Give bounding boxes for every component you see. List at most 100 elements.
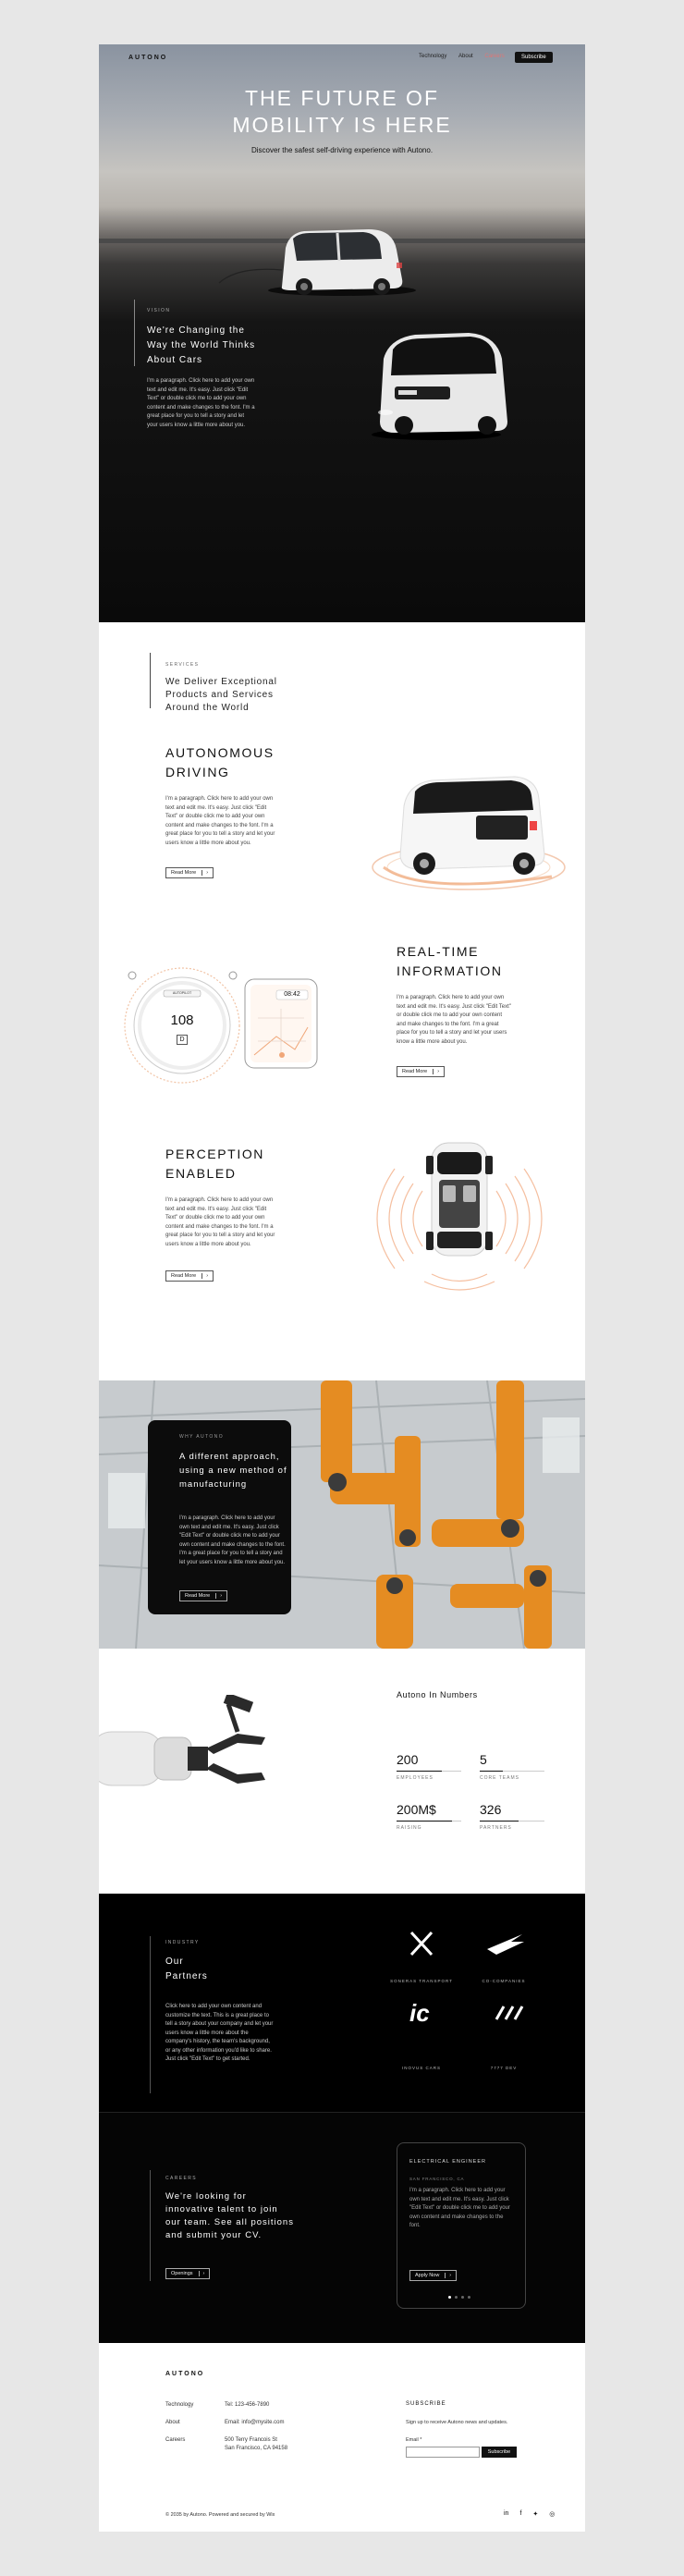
read-more-button[interactable]: Read More › xyxy=(165,867,214,878)
carousel-dot[interactable] xyxy=(461,2296,464,2299)
footer-logo[interactable]: AUTONO xyxy=(165,2371,204,2377)
facebook-icon[interactable]: f xyxy=(519,2510,521,2518)
vision-heading-line: We're Changing the xyxy=(147,325,245,336)
site-logo[interactable]: AUTONO xyxy=(128,55,167,61)
arrow-right-icon: › xyxy=(445,2273,451,2278)
read-more-label: Read More xyxy=(171,1273,197,1279)
hero-title-line1: THE FUTURE OF xyxy=(245,86,439,110)
footer-link-technology[interactable]: Technology xyxy=(165,2401,193,2410)
read-more-label: Read More xyxy=(185,1593,211,1599)
why-heading-line: manufacturing xyxy=(179,1479,248,1490)
careers-heading: We're looking for innovative talent to j… xyxy=(165,2190,294,2242)
vision-eyebrow: VISION xyxy=(147,308,171,313)
careers-eyebrow: CAREERS xyxy=(165,2176,197,2181)
nav-technology[interactable]: Technology xyxy=(419,54,446,59)
arrow-right-icon: › xyxy=(433,1069,439,1074)
job-title: ELECTRICAL ENGINEER xyxy=(409,2159,486,2165)
carousel-dot[interactable] xyxy=(468,2296,470,2299)
carousel-dots xyxy=(448,2296,470,2299)
slash-logo-icon xyxy=(495,2006,524,2020)
instagram-icon[interactable]: ◎ xyxy=(549,2510,555,2518)
services-heading: We Deliver Exceptional Products and Serv… xyxy=(165,676,277,715)
robot-arm-image xyxy=(99,1695,265,1786)
job-location: SAN FRANCISCO, CA xyxy=(409,2177,465,2181)
partners-heading-line: Our xyxy=(165,1957,184,1967)
linkedin-icon[interactable]: in xyxy=(504,2510,508,2518)
stat-bar-fill xyxy=(480,1821,519,1822)
partners-body: Click here to add your own content and c… xyxy=(165,2004,274,2062)
email-input[interactable] xyxy=(406,2447,480,2458)
feature-autonomous: AUTONOMOUS DRIVING I'm a paragraph. Clic… xyxy=(99,738,585,937)
read-more-button[interactable]: Read More › xyxy=(165,1270,214,1282)
why-heading: A different approach, using a new method… xyxy=(179,1450,287,1491)
subscribe-button[interactable]: Subscribe xyxy=(515,52,553,63)
services-heading-line: Around the World xyxy=(165,703,250,713)
stat-label: PARTNERS xyxy=(480,1825,512,1831)
numbers-section: Autono In Numbers 200 EMPLOYEES 5 CORE TEAM… xyxy=(99,1649,585,1894)
hero-title-line2: MOBILITY IS HERE xyxy=(232,113,452,137)
hero-title: THE FUTURE OF MOBILITY IS HERE xyxy=(99,85,585,139)
carousel-dot[interactable] xyxy=(455,2296,458,2299)
read-more-button[interactable]: Read More › xyxy=(179,1590,228,1601)
numbers-title: Autono In Numbers xyxy=(397,1690,478,1699)
careers-section: CAREERS We're looking for innovative tal… xyxy=(99,2112,585,2343)
subscribe-title: SUBSCRIBE xyxy=(406,2401,446,2407)
openings-label: Openings xyxy=(171,2271,193,2276)
stat-bar xyxy=(397,1771,461,1772)
nav-careers[interactable]: Careers xyxy=(484,54,504,59)
arrow-right-icon: › xyxy=(198,2271,204,2276)
x-logo-icon xyxy=(409,1931,434,1957)
read-more-label: Read More xyxy=(171,870,197,876)
read-more-button[interactable]: Read More › xyxy=(397,1066,446,1077)
apply-now-button[interactable]: Apply Now › xyxy=(409,2270,458,2281)
job-description: I'm a paragraph. Click here to add your … xyxy=(409,2188,510,2228)
feature-title: PERCEPTION ENABLED xyxy=(165,1145,264,1184)
autonomous-car-image xyxy=(372,776,566,890)
partner-name: INOVUS CARS xyxy=(401,2066,441,2070)
vision-heading: We're Changing the Way the World Thinks … xyxy=(147,324,255,368)
partner-name: CO-COMPANIES xyxy=(482,1979,526,1983)
arrow-right-icon: › xyxy=(215,1593,222,1599)
partner-name: 7777 DEV xyxy=(490,2066,518,2070)
services-section: SERVICES We Deliver Exceptional Products… xyxy=(99,622,585,738)
footer-subscribe-button[interactable]: Subscribe xyxy=(482,2447,517,2458)
feature-title-line: REAL-TIME xyxy=(397,944,480,959)
vision-heading-line: About Cars xyxy=(147,355,203,365)
feature-title-line: INFORMATION xyxy=(397,963,503,978)
footer-address-line2: San Francisco, CA 94158 xyxy=(225,2446,288,2451)
apply-now-label: Apply Now xyxy=(415,2273,440,2278)
dashboard-time: 08:42 xyxy=(284,991,300,998)
vision-car-image xyxy=(372,333,507,440)
dashboard-mode: AUTOPILOT xyxy=(172,991,192,995)
services-eyebrow: SERVICES xyxy=(165,662,200,668)
stat-value: 200M$ xyxy=(397,1802,436,1817)
openings-button[interactable]: Openings › xyxy=(165,2268,211,2279)
vision-body: I'm a paragraph. Click here to add your … xyxy=(147,378,255,428)
copyright: © 2035 by Autono. Powered and secured by… xyxy=(165,2512,275,2518)
feature-title: REAL-TIME INFORMATION xyxy=(397,942,503,981)
stat-value: 326 xyxy=(480,1802,502,1817)
feature-title: AUTONOMOUS DRIVING xyxy=(165,743,275,782)
stat-value: 200 xyxy=(397,1752,419,1767)
footer-link-careers[interactable]: Careers xyxy=(165,2436,185,2445)
footer-email[interactable]: Email: info@mysite.com xyxy=(225,2419,284,2427)
ic-logo-icon: ic xyxy=(409,1999,430,2027)
email-label: Email * xyxy=(406,2437,422,2443)
footer-link-about[interactable]: About xyxy=(165,2419,180,2427)
carousel-dot-active[interactable] xyxy=(448,2296,451,2299)
subscribe-subtitle: Sign up to receive Autono news and updat… xyxy=(406,2420,508,2425)
arrow-right-icon: › xyxy=(202,870,208,876)
feature-title-line: PERCEPTION xyxy=(165,1147,265,1161)
twitter-icon[interactable]: ✦ xyxy=(532,2510,538,2518)
why-eyebrow: WHY AUTONO xyxy=(179,1434,224,1440)
footer-address-line1: 500 Terry Francois St xyxy=(225,2437,277,2443)
main-nav: Technology About Careers xyxy=(409,54,505,59)
partner-logos: ic xyxy=(409,1931,524,2027)
nav-about[interactable]: About xyxy=(458,54,473,59)
feature-title-line: DRIVING xyxy=(165,765,230,779)
dashboard-gear: D xyxy=(177,1035,188,1045)
feature-title-line: ENABLED xyxy=(165,1166,237,1181)
stat-label: EMPLOYEES xyxy=(397,1775,434,1781)
stat-bar-fill xyxy=(397,1821,452,1822)
careers-heading-line: We're looking for xyxy=(165,2191,247,2202)
